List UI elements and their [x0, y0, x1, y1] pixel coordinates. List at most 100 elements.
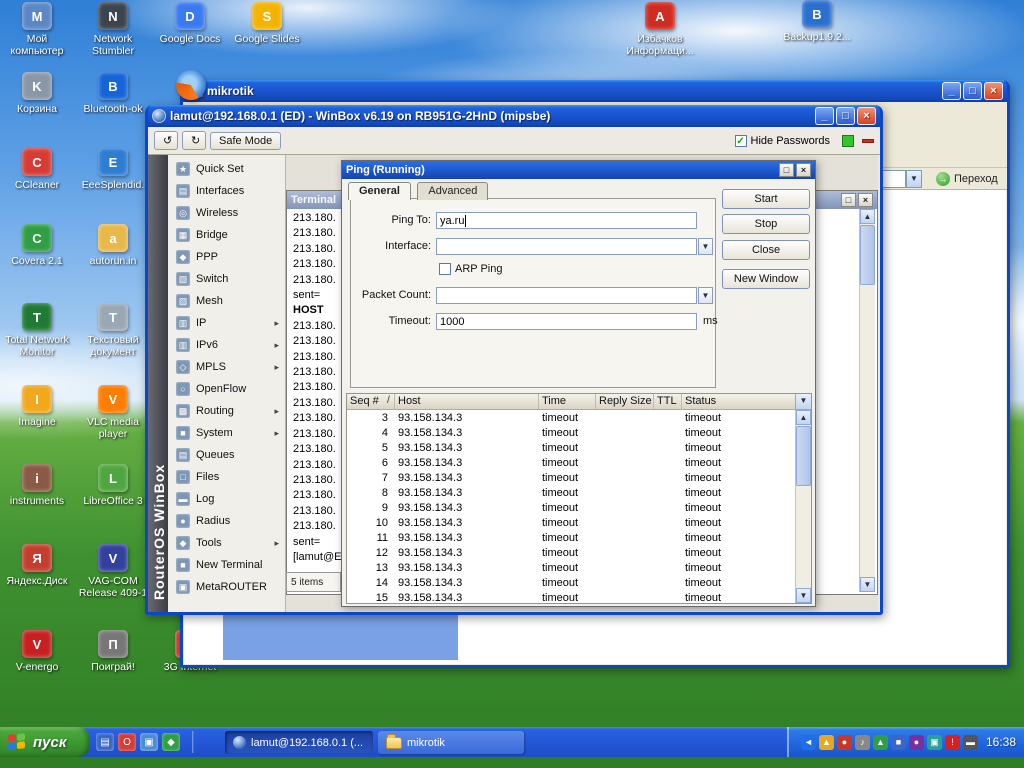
sidebar-menu-item[interactable]: ◎ Wireless — [168, 202, 285, 224]
start-button[interactable]: Start — [722, 189, 810, 209]
desktop-icon[interactable]: П Поиграй! — [76, 630, 150, 673]
safe-mode-button[interactable]: Safe Mode — [210, 131, 282, 150]
sidebar-menu-item[interactable]: ◆ PPP — [168, 246, 285, 268]
sidebar-menu-item[interactable]: ▤ Interfaces — [168, 180, 285, 202]
close-button[interactable]: Close — [722, 240, 810, 260]
sidebar-menu-item[interactable]: ○ OpenFlow — [168, 378, 285, 400]
column-header[interactable]: TTL — [654, 394, 682, 409]
sidebar-menu-item[interactable]: ▨ Mesh — [168, 290, 285, 312]
sidebar-menu-item[interactable]: ◆ Tools ▸ — [168, 532, 285, 554]
close-button[interactable]: × — [857, 107, 876, 125]
table-row[interactable]: 11 93.158.134.3 timeout timeout — [347, 530, 795, 545]
table-row[interactable]: 5 93.158.134.3 timeout timeout — [347, 440, 795, 455]
ping-to-input[interactable]: ya.ru — [436, 212, 697, 229]
desktop-icon[interactable]: L LibreOffice 3 — [76, 464, 150, 507]
maximize-button[interactable]: □ — [779, 163, 794, 177]
taskbar-task-winbox[interactable]: lamut@192.168.0.1 (... — [225, 731, 373, 754]
tray-icon[interactable]: ■ — [890, 734, 906, 750]
winbox-window[interactable]: lamut@192.168.0.1 (ED) - WinBox v6.19 on… — [145, 105, 883, 615]
desktop-icon[interactable]: C Covera 2.1 — [0, 224, 74, 267]
desktop-icon[interactable]: Я Яндекс.Диск — [0, 544, 74, 587]
table-row[interactable]: 13 93.158.134.3 timeout timeout — [347, 560, 795, 575]
sidebar-menu-item[interactable]: ◇ MPLS ▸ — [168, 356, 285, 378]
timeout-input[interactable]: 1000 — [436, 313, 697, 330]
table-filter-icon[interactable]: ▼ — [795, 394, 811, 410]
sidebar-menu-item[interactable]: ▦ Bridge — [168, 224, 285, 246]
sidebar-menu-item[interactable]: ● Radius — [168, 510, 285, 532]
redo-icon[interactable]: ↻ — [182, 131, 206, 150]
desktop-icon[interactable]: V V-energo — [0, 630, 74, 673]
desktop-icon[interactable]: K Корзина — [0, 72, 74, 115]
sidebar-menu-item[interactable]: ▣ MetaROUTER — [168, 576, 285, 598]
sidebar-menu-item[interactable]: ▩ Routing ▸ — [168, 400, 285, 422]
new-window-button[interactable]: New Window — [722, 269, 810, 289]
tab-advanced[interactable]: Advanced — [417, 182, 489, 200]
close-button[interactable]: × — [984, 82, 1003, 100]
packet-count-combo[interactable] — [436, 287, 697, 304]
scroll-up-icon[interactable]: ▲ — [860, 209, 875, 224]
column-header[interactable]: Status — [682, 394, 795, 409]
desktop-icon[interactable]: a autorun.in — [76, 224, 150, 267]
undo-icon[interactable]: ↺ — [154, 131, 178, 150]
address-dropdown-icon[interactable]: ▼ — [906, 170, 922, 188]
table-scrollbar[interactable]: ▲ ▼ — [795, 410, 811, 603]
sidebar-menu-item[interactable]: ■ New Terminal — [168, 554, 285, 576]
taskbar-clock[interactable]: 16:38 — [986, 735, 1016, 749]
ping-dialog-titlebar[interactable]: Ping (Running) □ × — [342, 161, 815, 179]
table-row[interactable]: 4 93.158.134.3 timeout timeout — [347, 425, 795, 440]
restore-button[interactable]: □ — [841, 193, 856, 207]
table-row[interactable]: 7 93.158.134.3 timeout timeout — [347, 470, 795, 485]
terminal-scrollbar[interactable]: ▲ ▼ — [859, 209, 875, 592]
desktop-icon[interactable]: V VAG-COM Release 409-1 — [76, 544, 150, 599]
desktop-icon[interactable]: T Total Network Monitor — [0, 303, 74, 358]
desktop-icon[interactable]: N Network Stumbler — [76, 2, 150, 57]
desktop-icon[interactable]: Т Текстовый документ — [76, 303, 150, 358]
column-header[interactable]: Time — [539, 394, 596, 409]
arp-ping-checkbox[interactable] — [439, 263, 451, 275]
hide-passwords-checkbox[interactable]: ✓ — [734, 134, 747, 147]
desktop-icon[interactable]: B Bluetooth-ok — [76, 72, 150, 115]
table-row[interactable]: 10 93.158.134.3 timeout timeout — [347, 515, 795, 530]
packet-count-dropdown-icon[interactable]: ▼ — [698, 287, 713, 304]
tray-icon[interactable]: ♪ — [854, 734, 870, 750]
minimize-button[interactable]: _ — [942, 82, 961, 100]
sidebar-menu-item[interactable]: □ Files — [168, 466, 285, 488]
maximize-button[interactable]: □ — [963, 82, 982, 100]
sidebar-menu-item[interactable]: ▧ Switch — [168, 268, 285, 290]
sidebar-menu-item[interactable]: ★ Quick Set — [168, 158, 285, 180]
table-row[interactable]: 12 93.158.134.3 timeout timeout — [347, 545, 795, 560]
column-header[interactable]: Host — [395, 394, 539, 409]
taskbar-task-mikrotik[interactable]: mikrotik — [378, 731, 524, 754]
desktop-icon[interactable]: B Backup1.9.2... — [775, 0, 859, 43]
desktop-icon[interactable]: I Imagine — [0, 385, 74, 428]
minimize-button[interactable]: _ — [815, 107, 834, 125]
tray-icon[interactable]: ▲ — [872, 734, 888, 750]
interface-dropdown-icon[interactable]: ▼ — [698, 238, 713, 255]
desktop-icon[interactable]: A Избачков Информаци... — [615, 2, 705, 57]
firefox-icon[interactable] — [176, 70, 206, 100]
table-row[interactable]: 9 93.158.134.3 timeout timeout — [347, 500, 795, 515]
scroll-down-icon[interactable]: ▼ — [796, 588, 811, 603]
close-button[interactable]: × — [858, 193, 873, 207]
desktop-icon[interactable]: E EeeSplendid. — [76, 148, 150, 191]
desktop-icon[interactable]: D Google Docs — [153, 2, 227, 45]
sidebar-menu-item[interactable]: ▥ IP ▸ — [168, 312, 285, 334]
desktop-icon[interactable]: S Google Slides — [230, 2, 304, 45]
quick-launch-icon[interactable]: ▣ — [140, 733, 158, 751]
desktop-icon[interactable]: V VLC media player — [76, 385, 150, 440]
table-row[interactable]: 8 93.158.134.3 timeout timeout — [347, 485, 795, 500]
close-button[interactable]: × — [796, 163, 811, 177]
quick-launch-icon[interactable]: ◆ — [162, 733, 180, 751]
tray-icon[interactable]: ▬ — [962, 734, 978, 750]
sidebar-menu-item[interactable]: ▬ Log — [168, 488, 285, 510]
scrollbar-thumb[interactable] — [860, 225, 875, 285]
tray-icon[interactable]: ▲ — [818, 734, 834, 750]
quick-launch-icon[interactable]: ▤ — [96, 733, 114, 751]
desktop-icon[interactable]: M Мой компьютер — [0, 2, 74, 57]
tab-general[interactable]: General — [348, 182, 411, 200]
quick-launch-icon[interactable]: O — [118, 733, 136, 751]
scroll-up-icon[interactable]: ▲ — [796, 410, 811, 425]
ping-dialog[interactable]: Ping (Running) □ × General Advanced Ping… — [341, 160, 816, 607]
start-button[interactable]: пуск — [0, 727, 90, 757]
tray-icon[interactable]: ! — [944, 734, 960, 750]
